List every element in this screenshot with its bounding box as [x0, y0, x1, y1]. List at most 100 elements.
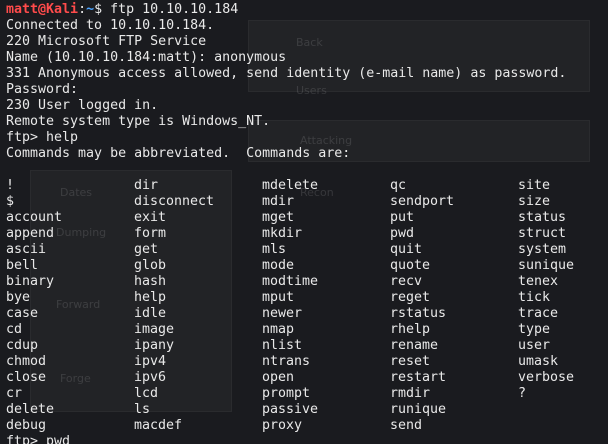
command-name: rhelp	[390, 322, 431, 337]
command-name: append	[6, 226, 55, 241]
terminal-output[interactable]: matt@Kali:~$ ftp 10.10.10.184 Connected …	[6, 2, 608, 444]
command-name: system	[518, 242, 567, 257]
command-name: exit	[134, 210, 167, 225]
commands-column: mdelete mdir mget mkdir mls mode modtime mput ne…	[262, 178, 390, 434]
command-name: hash	[134, 274, 167, 289]
command-name: ls	[134, 402, 151, 417]
command-name: ?	[518, 386, 527, 401]
command-name: passive	[262, 402, 319, 417]
command-name: !	[6, 178, 15, 193]
prompt-separator: :	[78, 2, 87, 17]
command-name: sendport	[390, 194, 455, 209]
output-line: Commands may be abbreviated. Commands ar…	[6, 146, 351, 161]
prompt-path: ~	[86, 2, 95, 17]
output-line: Remote system type is Windows_NT.	[6, 114, 271, 129]
command-name: debug	[6, 418, 47, 433]
command-name: ipany	[134, 338, 175, 353]
command-name: runique	[390, 402, 447, 417]
output-line: 230 User logged in.	[6, 98, 159, 113]
command-name: image	[134, 322, 175, 337]
command-name: put	[390, 210, 415, 225]
command-name: size	[518, 194, 551, 209]
command-name: macdef	[134, 418, 183, 433]
command-name: mkdir	[262, 226, 303, 241]
command-name: user	[518, 338, 551, 353]
command-name: restart	[390, 370, 447, 385]
command-name: ipv4	[134, 354, 167, 369]
command-name: sunique	[518, 258, 575, 273]
command-name: tenex	[518, 274, 559, 289]
prompt-symbol: $	[94, 2, 103, 17]
output-line: ftp> help	[6, 130, 79, 145]
prompt-user: matt@Kali	[6, 2, 79, 17]
command-name: modtime	[262, 274, 319, 289]
command-name: umask	[518, 354, 559, 369]
commands-column: dir disconnect exit form get glob hash help idle…	[134, 178, 262, 434]
command-name: bye	[6, 290, 31, 305]
command-name: mput	[262, 290, 295, 305]
command-name: newer	[262, 306, 303, 321]
command-name: mls	[262, 242, 287, 257]
command-name: form	[134, 226, 167, 241]
command-name: rmdir	[390, 386, 431, 401]
command-name: mdelete	[262, 178, 319, 193]
command-name: verbose	[518, 370, 575, 385]
command-name: cdup	[6, 338, 39, 353]
command-name: pwd	[390, 226, 415, 241]
prompt-line: matt@Kali:~$ ftp 10.10.10.184	[6, 2, 608, 18]
commands-table: ! $ account append ascii bell binary bye case cd c…	[6, 178, 608, 434]
command-name: close	[6, 370, 47, 385]
prompt-command: ftp 10.10.10.184	[102, 2, 239, 17]
command-name: send	[390, 418, 423, 433]
command-name: reset	[390, 354, 431, 369]
command-name: case	[6, 306, 39, 321]
command-name: recv	[390, 274, 423, 289]
output-line-partial: ftp> pwd	[6, 434, 71, 444]
command-name: quote	[390, 258, 431, 273]
command-name: lcd	[134, 386, 159, 401]
command-name: nmap	[262, 322, 295, 337]
command-name: reget	[390, 290, 431, 305]
command-name: cd	[6, 322, 23, 337]
command-name: nlist	[262, 338, 303, 353]
command-name: delete	[6, 402, 55, 417]
command-name: trace	[518, 306, 559, 321]
commands-column: ! $ account append ascii bell binary bye case cd c…	[6, 178, 134, 434]
output-line: Connected to 10.10.10.184.	[6, 18, 215, 33]
command-name: cr	[6, 386, 23, 401]
command-name: mget	[262, 210, 295, 225]
output-line: Name (10.10.10.184:matt): anonymous	[6, 50, 287, 65]
command-name: ascii	[6, 242, 47, 257]
commands-column: site size status struct system sunique tenex ti…	[518, 178, 608, 434]
command-name: type	[518, 322, 551, 337]
command-name: ipv6	[134, 370, 167, 385]
command-name: bell	[6, 258, 39, 273]
command-name: rename	[390, 338, 439, 353]
output-line: 220 Microsoft FTP Service	[6, 34, 207, 49]
command-name: help	[134, 290, 167, 305]
command-name: $	[6, 194, 15, 209]
command-name: disconnect	[134, 194, 215, 209]
command-name: idle	[134, 306, 167, 321]
command-name: chmod	[6, 354, 47, 369]
command-name: status	[518, 210, 567, 225]
command-name: tick	[518, 290, 551, 305]
command-name: mode	[262, 258, 295, 273]
output-line: Password:	[6, 82, 79, 97]
command-name: qc	[390, 178, 407, 193]
command-name: dir	[134, 178, 159, 193]
command-name: quit	[390, 242, 423, 257]
command-name: ntrans	[262, 354, 311, 369]
command-name: site	[518, 178, 551, 193]
command-name: get	[134, 242, 159, 257]
commands-column: qc sendport put pwd quit quote recv reget rstatu…	[390, 178, 518, 434]
command-name: rstatus	[390, 306, 447, 321]
command-name: proxy	[262, 418, 303, 433]
command-name: glob	[134, 258, 167, 273]
command-name: mdir	[262, 194, 295, 209]
command-name: prompt	[262, 386, 311, 401]
command-name: open	[262, 370, 295, 385]
command-name: account	[6, 210, 63, 225]
command-name: binary	[6, 274, 55, 289]
output-line: 331 Anonymous access allowed, send ident…	[6, 66, 567, 81]
